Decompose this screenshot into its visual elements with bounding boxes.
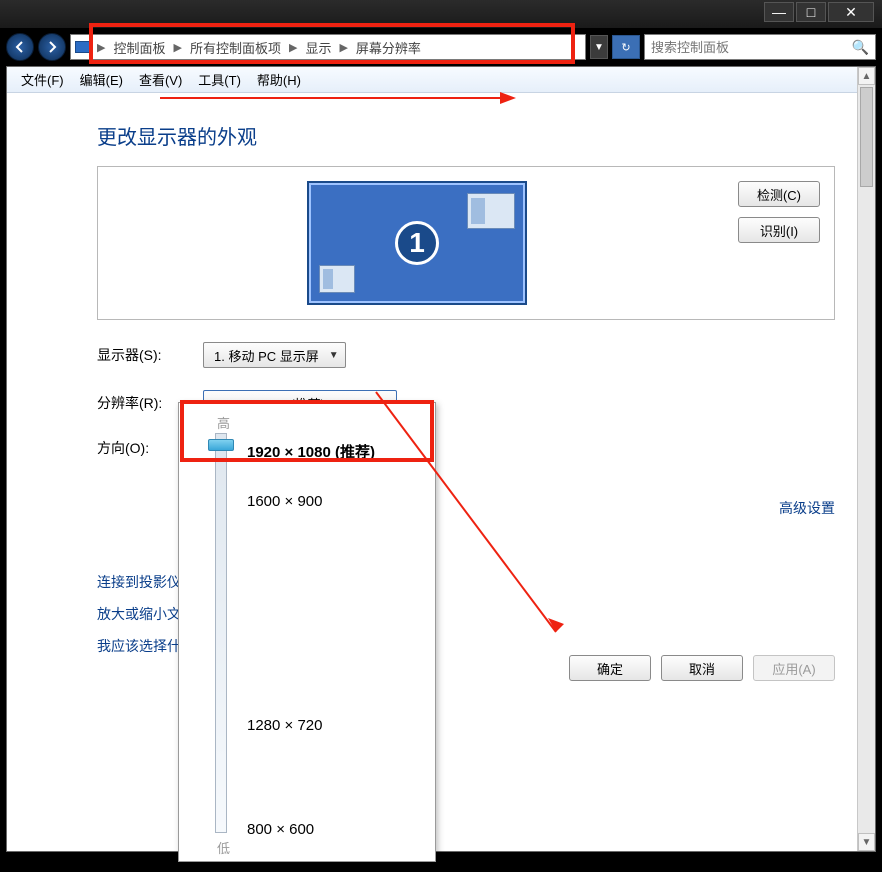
resolution-option-1280x720[interactable]: 1280 × 720 <box>247 717 323 734</box>
cancel-button[interactable]: 取消 <box>661 655 743 681</box>
nav-row: ▶ 控制面板 ▶ 所有控制面板项 ▶ 显示 ▶ 屏幕分辨率 ▼ ↻ 🔍 <box>0 28 882 66</box>
chevron-right-icon: ▶ <box>337 41 349 54</box>
display-select[interactable]: 1. 移动 PC 显示屏 ▼ <box>203 342 346 368</box>
resolution-label: 分辨率(R): <box>97 393 169 413</box>
maximize-button[interactable]: □ <box>796 2 826 22</box>
chevron-down-icon: ▼ <box>329 350 339 361</box>
monitor-thumbnail[interactable]: 1 <box>307 181 527 305</box>
menu-tools[interactable]: 工具(T) <box>192 68 247 91</box>
scroll-thumb[interactable] <box>860 87 873 187</box>
identify-button[interactable]: 识别(I) <box>738 217 820 243</box>
window-icon <box>467 193 515 229</box>
crumb-all-items[interactable]: 所有控制面板项 <box>188 38 283 57</box>
chevron-right-icon: ▶ <box>95 41 107 54</box>
menu-view[interactable]: 查看(V) <box>133 68 188 91</box>
menu-file[interactable]: 文件(F) <box>15 68 70 91</box>
close-button[interactable]: ✕ <box>828 2 874 22</box>
menu-help[interactable]: 帮助(H) <box>251 68 307 91</box>
breadcrumb[interactable]: ▶ 控制面板 ▶ 所有控制面板项 ▶ 显示 ▶ 屏幕分辨率 <box>70 34 586 60</box>
menubar: 文件(F) 编辑(E) 查看(V) 工具(T) 帮助(H) <box>7 67 875 93</box>
breadcrumb-dropdown[interactable]: ▼ <box>590 35 608 59</box>
search-icon[interactable]: 🔍 <box>852 39 869 56</box>
refresh-button[interactable]: ↻ <box>612 35 640 59</box>
resolution-option-800x600[interactable]: 800 × 600 <box>247 821 314 838</box>
search-box[interactable]: 🔍 <box>644 34 876 60</box>
search-input[interactable] <box>651 40 852 55</box>
slider-high-label: 高 <box>217 413 423 432</box>
minimize-button[interactable]: — <box>764 2 794 22</box>
orientation-label: 方向(O): <box>97 438 169 458</box>
forward-button[interactable] <box>38 33 66 61</box>
display-preview: 1 检测(C) 识别(I) <box>97 166 835 320</box>
resolution-option-1920x1080[interactable]: 1920 × 1080 (推荐) <box>247 441 375 462</box>
back-button[interactable] <box>6 33 34 61</box>
resolution-option-1600x900[interactable]: 1600 × 900 <box>247 493 323 510</box>
scroll-down-button[interactable]: ▼ <box>858 833 875 851</box>
monitor-number: 1 <box>395 221 439 265</box>
chevron-right-icon: ▶ <box>171 41 183 54</box>
window-icon <box>319 265 355 293</box>
page-title: 更改显示器的外观 <box>97 121 835 150</box>
slider-low-label: 低 <box>217 838 230 857</box>
crumb-control-panel[interactable]: 控制面板 <box>111 38 167 57</box>
advanced-settings-link[interactable]: 高级设置 <box>779 500 835 516</box>
chevron-right-icon: ▶ <box>287 41 299 54</box>
control-panel-icon <box>75 41 91 53</box>
resolution-slider-thumb[interactable] <box>208 439 234 451</box>
detect-button[interactable]: 检测(C) <box>738 181 820 207</box>
scroll-up-button[interactable]: ▲ <box>858 67 875 85</box>
action-buttons: 确定 取消 应用(A) <box>569 655 835 681</box>
menu-edit[interactable]: 编辑(E) <box>74 68 129 91</box>
crumb-display[interactable]: 显示 <box>303 38 333 57</box>
resolution-popup[interactable]: 高 1920 × 1080 (推荐) 1600 × 900 1280 × 720… <box>178 402 436 862</box>
resolution-slider-track[interactable] <box>215 433 227 833</box>
apply-button: 应用(A) <box>753 655 835 681</box>
ok-button[interactable]: 确定 <box>569 655 651 681</box>
display-value: 1. 移动 PC 显示屏 <box>214 346 319 365</box>
content-area: 文件(F) 编辑(E) 查看(V) 工具(T) 帮助(H) 更改显示器的外观 1… <box>6 66 876 852</box>
titlebar: — □ ✕ <box>0 0 882 28</box>
crumb-resolution[interactable]: 屏幕分辨率 <box>354 38 423 57</box>
display-label: 显示器(S): <box>97 345 169 365</box>
vertical-scrollbar[interactable]: ▲ ▼ <box>857 67 875 851</box>
